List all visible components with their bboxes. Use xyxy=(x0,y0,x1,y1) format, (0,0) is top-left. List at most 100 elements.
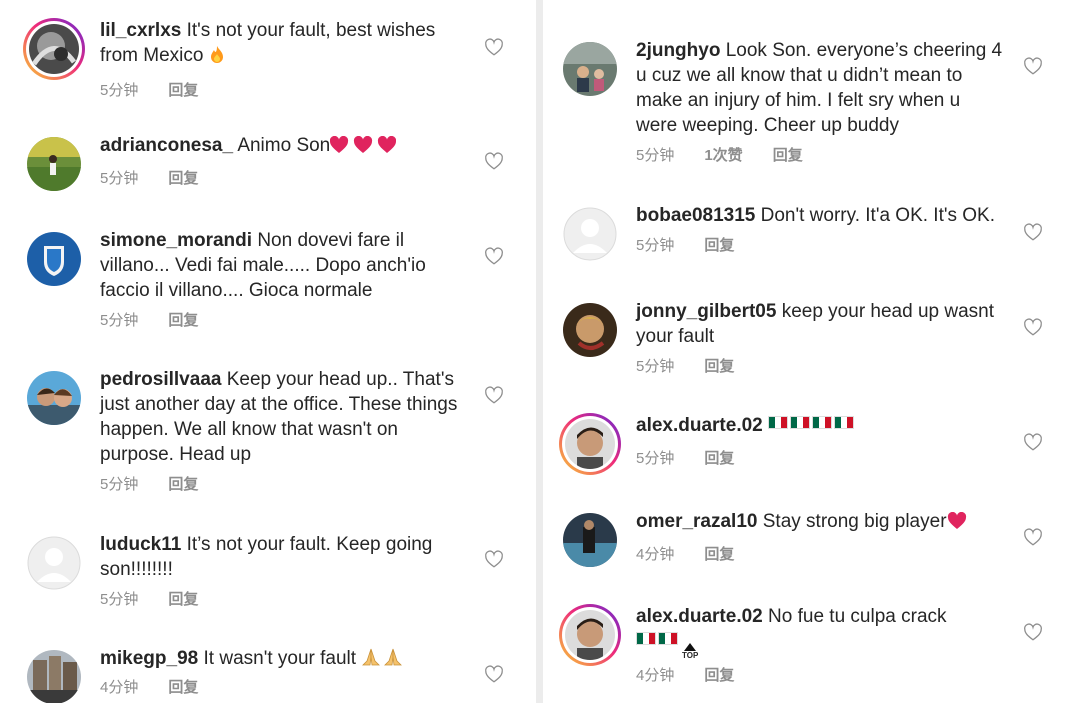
username[interactable]: omer_razal10 xyxy=(636,511,757,532)
avatar-image xyxy=(27,232,81,286)
username[interactable]: alex.duarte.02 xyxy=(636,606,763,627)
comment-text: Stay strong big player xyxy=(762,511,947,532)
comment-time: 5分钟 xyxy=(100,591,139,608)
avatar[interactable] xyxy=(559,604,621,666)
avatar-image xyxy=(565,610,615,660)
like-heart-icon[interactable] xyxy=(1023,528,1043,546)
reply-button[interactable]: 回复 xyxy=(168,167,198,188)
comment-time: 5分钟 xyxy=(100,476,139,493)
reply-button[interactable]: 回复 xyxy=(704,543,734,564)
like-heart-icon[interactable] xyxy=(1023,318,1043,336)
username[interactable]: 2junghyo xyxy=(636,40,720,61)
avatar-image xyxy=(27,371,81,425)
comment-time: 5分钟 xyxy=(636,237,675,254)
avatar[interactable] xyxy=(559,203,621,265)
red-heart-emoji-icon xyxy=(330,135,397,161)
like-heart-icon[interactable] xyxy=(484,386,504,404)
username[interactable]: pedrosillvaaa xyxy=(100,369,221,390)
comment-time: 4分钟 xyxy=(636,546,675,563)
comment-item: omer_razal10 Stay strong big player 4分钟 回… xyxy=(559,509,1006,571)
comment-time: 5分钟 xyxy=(636,147,675,164)
comment-time: 4分钟 xyxy=(636,667,675,684)
avatar[interactable] xyxy=(559,509,621,571)
like-heart-icon[interactable] xyxy=(1023,623,1043,641)
reply-button[interactable]: 回复 xyxy=(168,79,198,100)
like-heart-icon[interactable] xyxy=(1023,433,1043,451)
reply-button[interactable]: 回复 xyxy=(704,355,734,376)
username[interactable]: alex.duarte.02 xyxy=(636,415,763,436)
left-comments-panel: lil_cxrlxs It's not your fault, best wis… xyxy=(0,0,536,703)
like-heart-icon[interactable] xyxy=(1023,223,1043,241)
reply-button[interactable]: 回复 xyxy=(704,664,734,685)
reply-button[interactable]: 回复 xyxy=(168,676,198,697)
like-heart-icon[interactable] xyxy=(1023,57,1043,75)
avatar-image xyxy=(29,24,79,74)
story-ring xyxy=(23,18,85,80)
avatar-image xyxy=(565,419,615,469)
comment-time: 5分钟 xyxy=(100,170,139,187)
like-heart-icon[interactable] xyxy=(484,152,504,170)
avatar-image xyxy=(563,513,617,567)
comment-text: Don't worry. It'a OK. It's OK. xyxy=(760,205,996,226)
reply-button[interactable]: 回复 xyxy=(773,144,803,165)
avatar[interactable] xyxy=(559,413,621,475)
comment-item: pedrosillvaaa Keep your head up.. That's… xyxy=(23,367,470,494)
reply-button[interactable]: 回复 xyxy=(704,234,734,255)
avatar-image xyxy=(27,650,81,703)
story-ring xyxy=(559,604,621,666)
comment-item: 2junghyo Look Son. everyone’s cheering 4… xyxy=(559,38,1006,165)
comment-time: 5分钟 xyxy=(636,450,675,467)
username[interactable]: jonny_gilbert05 xyxy=(636,301,776,322)
fire-emoji-icon xyxy=(209,45,225,71)
reply-button[interactable]: 回复 xyxy=(168,588,198,609)
comment-item: bobae081315 Don't worry. It'a OK. It's O… xyxy=(559,203,1006,265)
username[interactable]: luduck11 xyxy=(100,534,181,555)
avatar-image xyxy=(27,137,81,191)
comment-time: 5分钟 xyxy=(100,82,139,99)
comment-item: lil_cxrlxs It's not your fault, best wis… xyxy=(23,18,470,100)
avatar[interactable] xyxy=(23,532,85,594)
username[interactable]: bobae081315 xyxy=(636,205,755,226)
reply-button[interactable]: 回复 xyxy=(168,473,198,494)
username[interactable]: simone_morandi xyxy=(100,230,252,251)
like-heart-icon[interactable] xyxy=(484,550,504,568)
like-heart-icon[interactable] xyxy=(484,247,504,265)
panel-divider xyxy=(536,0,543,703)
comment-time: 5分钟 xyxy=(100,312,139,329)
avatar-image xyxy=(563,42,617,96)
comment-time: 5分钟 xyxy=(636,358,675,375)
reply-button[interactable]: 回复 xyxy=(168,309,198,330)
username[interactable]: adrianconesa_ xyxy=(100,135,233,156)
top-arrow-emoji-icon: TOP xyxy=(682,643,698,660)
avatar[interactable] xyxy=(559,299,621,361)
reply-button[interactable]: 回复 xyxy=(704,447,734,468)
avatar[interactable] xyxy=(23,18,85,80)
avatar-image xyxy=(563,303,617,357)
comment-item: adrianconesa_ Animo Son 5分钟 回复 xyxy=(23,133,470,195)
username[interactable]: mikegp_98 xyxy=(100,648,198,669)
like-heart-icon[interactable] xyxy=(484,665,504,683)
avatar[interactable] xyxy=(23,367,85,429)
comment-time: 4分钟 xyxy=(100,679,139,696)
red-heart-emoji-icon xyxy=(947,511,967,537)
default-avatar-icon xyxy=(563,207,617,261)
comment-text: No fue tu culpa crack xyxy=(768,606,947,627)
like-heart-icon[interactable] xyxy=(484,38,504,56)
default-avatar-icon xyxy=(27,536,81,590)
username[interactable]: lil_cxrlxs xyxy=(100,20,181,41)
avatar[interactable] xyxy=(23,228,85,290)
folded-hands-emoji-icon xyxy=(361,647,405,674)
comment-item: luduck11 It’s not your fault. Keep going… xyxy=(23,532,470,609)
mexico-flag-emoji-icon xyxy=(768,416,856,441)
mexico-flag-emoji-icon xyxy=(636,632,680,657)
avatar[interactable] xyxy=(559,38,621,100)
right-comments-panel: 2junghyo Look Son. everyone’s cheering 4… xyxy=(543,0,1080,703)
comment-text: It wasn't your fault xyxy=(203,648,357,669)
avatar[interactable] xyxy=(23,133,85,195)
comment-item: simone_morandi Non dovevi fare il villan… xyxy=(23,228,470,330)
comment-item: alex.duarte.02 No fue tu culpa crack TOP … xyxy=(559,604,1006,685)
like-count[interactable]: 1次赞 xyxy=(704,144,742,165)
avatar[interactable] xyxy=(23,646,85,703)
comment-item: jonny_gilbert05 keep your head up wasnt … xyxy=(559,299,1006,376)
comment-item: alex.duarte.02 5分钟 回复 xyxy=(559,413,1006,475)
